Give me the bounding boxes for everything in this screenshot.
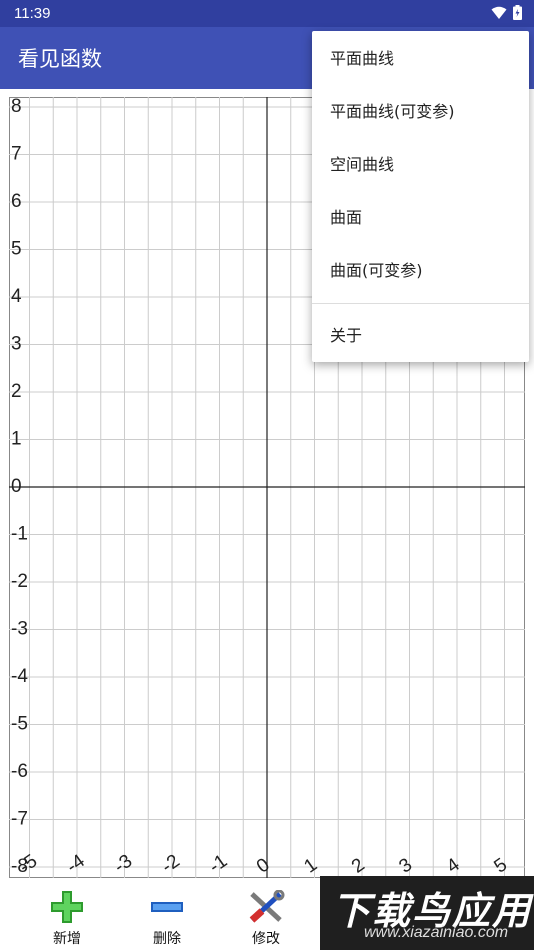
y-tick-label: 2	[11, 381, 22, 402]
add-button[interactable]: 新增	[32, 886, 102, 948]
plus-icon	[47, 890, 87, 924]
add-label: 新增	[53, 931, 81, 947]
y-tick-label: 1	[11, 429, 22, 450]
status-bar: 11:39	[0, 0, 534, 27]
status-icons	[491, 5, 522, 20]
menu-item-space-curve[interactable]: 空间曲线	[312, 138, 529, 191]
menu-item-about[interactable]: 关于	[312, 309, 529, 362]
edit-label: 修改	[252, 931, 280, 947]
battery-icon	[513, 5, 522, 20]
menu-divider	[312, 303, 529, 304]
delete-label: 删除	[153, 931, 181, 947]
menu-item-surface-param[interactable]: 曲面(可变参)	[312, 244, 529, 297]
y-tick-label: -3	[11, 619, 28, 640]
y-tick-label: 7	[11, 144, 22, 165]
y-tick-label: -4	[11, 666, 28, 687]
app-title: 看见函数	[18, 47, 102, 71]
overflow-menu: 平面曲线 平面曲线(可变参) 空间曲线 曲面 曲面(可变参) 关于	[312, 31, 529, 362]
y-tick-label: -5	[11, 714, 28, 735]
y-tick-label: 6	[11, 191, 22, 212]
y-tick-label: 8	[11, 97, 22, 117]
y-tick-label: 0	[11, 476, 22, 497]
edit-button[interactable]: 修改	[231, 886, 301, 948]
watermark-url: www.xiazainiao.com	[364, 924, 509, 941]
watermark-logo: 下载鸟应用 www.xiazainiao.com	[320, 876, 534, 950]
y-tick-label: -6	[11, 761, 28, 782]
y-tick-label: 3	[11, 334, 22, 355]
y-tick-label: 5	[11, 239, 22, 260]
y-tick-label: -1	[11, 524, 28, 545]
y-tick-label: 4	[11, 286, 22, 307]
tools-icon	[246, 889, 286, 924]
menu-item-surface[interactable]: 曲面	[312, 191, 529, 244]
y-tick-label: -7	[11, 809, 28, 830]
menu-item-plane-curve[interactable]: 平面曲线	[312, 32, 529, 85]
delete-button[interactable]: 删除	[132, 886, 202, 948]
wifi-icon	[491, 6, 507, 19]
status-time: 11:39	[14, 5, 51, 22]
menu-item-plane-curve-param[interactable]: 平面曲线(可变参)	[312, 85, 529, 138]
y-tick-label: -2	[11, 571, 28, 592]
minus-icon	[147, 890, 187, 924]
